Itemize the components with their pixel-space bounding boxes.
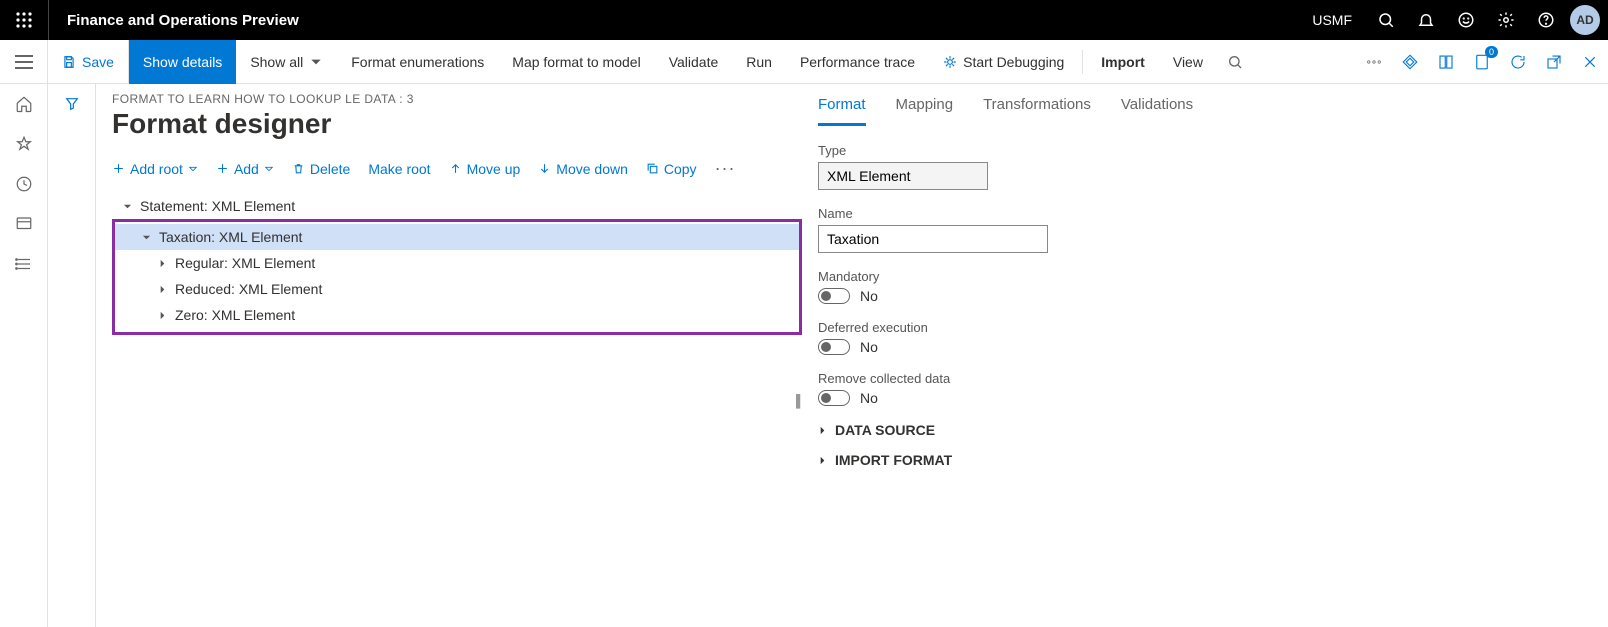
avatar[interactable]: AD: [1570, 5, 1600, 35]
name-field[interactable]: [818, 225, 1048, 253]
mandatory-label: Mandatory: [818, 269, 1608, 284]
app-launcher-icon[interactable]: [0, 0, 48, 40]
notifications-icon[interactable]: [1406, 0, 1446, 40]
help-icon[interactable]: [1526, 0, 1566, 40]
show-details-button[interactable]: Show details: [129, 40, 236, 84]
name-label: Name: [818, 206, 1608, 221]
feedback-icon[interactable]: [1446, 0, 1486, 40]
company-code[interactable]: USMF: [1298, 12, 1366, 28]
attachments-icon[interactable]: 0: [1464, 40, 1500, 84]
more-actions-icon[interactable]: ···: [715, 158, 736, 179]
action-bar: Save Show details Show all Format enumer…: [0, 40, 1608, 84]
mandatory-value: No: [860, 288, 878, 304]
tree-label: Reduced: XML Element: [175, 281, 322, 297]
validate-button[interactable]: Validate: [655, 40, 733, 84]
tree-toolbar: Add root Add Delete Make root Move up: [112, 158, 802, 179]
delete-button[interactable]: Delete: [292, 161, 350, 177]
show-details-label: Show details: [143, 54, 222, 70]
tree-label: Statement: XML Element: [140, 198, 295, 214]
hamburger-icon[interactable]: [0, 40, 48, 84]
tab-mapping[interactable]: Mapping: [896, 92, 954, 125]
modules-icon[interactable]: [0, 244, 48, 284]
import-button[interactable]: Import: [1087, 40, 1159, 84]
home-icon[interactable]: [0, 84, 48, 124]
filter-icon[interactable]: [48, 84, 96, 124]
tree-label: Zero: XML Element: [175, 307, 295, 323]
detail-tabs: Format Mapping Transformations Validatio…: [818, 92, 1608, 125]
format-tree: Statement: XML Element Taxation: XML Ele…: [112, 193, 802, 335]
deferred-toggle[interactable]: [818, 339, 850, 355]
format-enumerations-button[interactable]: Format enumerations: [337, 40, 498, 84]
start-debugging-button[interactable]: Start Debugging: [929, 40, 1078, 84]
mandatory-toggle[interactable]: [818, 288, 850, 304]
chevron-right-icon[interactable]: [155, 285, 169, 294]
tree-label: Regular: XML Element: [175, 255, 315, 271]
copy-button[interactable]: Copy: [646, 161, 697, 177]
move-up-button[interactable]: Move up: [449, 161, 521, 177]
splitter-grip-icon[interactable]: ▌: [796, 394, 805, 408]
map-format-button[interactable]: Map format to model: [498, 40, 654, 84]
run-button[interactable]: Run: [732, 40, 786, 84]
highlight-annotation: Taxation: XML Element Regular: XML Eleme…: [112, 219, 802, 335]
save-button[interactable]: Save: [48, 40, 129, 84]
make-root-button[interactable]: Make root: [368, 161, 430, 177]
tree-row-selected[interactable]: Taxation: XML Element: [115, 224, 799, 250]
tab-validations[interactable]: Validations: [1121, 92, 1193, 125]
gear-icon[interactable]: [1486, 0, 1526, 40]
remove-collected-toggle[interactable]: [818, 390, 850, 406]
move-down-button[interactable]: Move down: [538, 161, 628, 177]
popout-icon[interactable]: [1536, 40, 1572, 84]
book-icon[interactable]: [1428, 40, 1464, 84]
chevron-right-icon[interactable]: [155, 311, 169, 320]
tree-row[interactable]: Zero: XML Element: [115, 302, 799, 328]
tab-transformations[interactable]: Transformations: [983, 92, 1091, 125]
add-root-button[interactable]: Add root: [112, 161, 198, 177]
left-rail: [0, 84, 48, 627]
attachments-badge: 0: [1485, 46, 1498, 58]
topbar: Finance and Operations Preview USMF AD: [0, 0, 1608, 40]
remove-collected-label: Remove collected data: [818, 371, 1608, 386]
tree-row[interactable]: Regular: XML Element: [115, 250, 799, 276]
chevron-down-icon[interactable]: [139, 233, 153, 242]
tab-format[interactable]: Format: [818, 92, 866, 126]
more-icon[interactable]: [1356, 40, 1392, 84]
diamond-icon[interactable]: [1392, 40, 1428, 84]
favorites-icon[interactable]: [0, 124, 48, 164]
recent-icon[interactable]: [0, 164, 48, 204]
remove-collected-value: No: [860, 390, 878, 406]
tree-row[interactable]: Reduced: XML Element: [115, 276, 799, 302]
workspaces-icon[interactable]: [0, 204, 48, 244]
close-icon[interactable]: [1572, 40, 1608, 84]
data-source-expander[interactable]: DATA SOURCE: [818, 422, 1608, 438]
type-label: Type: [818, 143, 1608, 158]
breadcrumb: FORMAT TO LEARN HOW TO LOOKUP LE DATA : …: [112, 92, 802, 106]
add-button[interactable]: Add: [216, 161, 274, 177]
show-all-label: Show all: [250, 54, 303, 70]
filter-rail: [48, 84, 96, 627]
quick-search-icon[interactable]: [1217, 40, 1253, 84]
type-field[interactable]: [818, 162, 988, 190]
tree-row[interactable]: Statement: XML Element: [112, 193, 802, 219]
refresh-icon[interactable]: [1500, 40, 1536, 84]
view-button[interactable]: View: [1159, 40, 1217, 84]
import-format-expander[interactable]: IMPORT FORMAT: [818, 452, 1608, 468]
deferred-label: Deferred execution: [818, 320, 1608, 335]
app-title: Finance and Operations Preview: [49, 12, 317, 29]
tree-label: Taxation: XML Element: [159, 229, 302, 245]
performance-trace-button[interactable]: Performance trace: [786, 40, 929, 84]
chevron-down-icon[interactable]: [120, 202, 134, 211]
show-all-button[interactable]: Show all: [236, 40, 337, 84]
save-label: Save: [82, 54, 114, 70]
deferred-value: No: [860, 339, 878, 355]
page-title: Format designer: [112, 108, 802, 140]
search-icon[interactable]: [1366, 0, 1406, 40]
chevron-right-icon[interactable]: [155, 259, 169, 268]
